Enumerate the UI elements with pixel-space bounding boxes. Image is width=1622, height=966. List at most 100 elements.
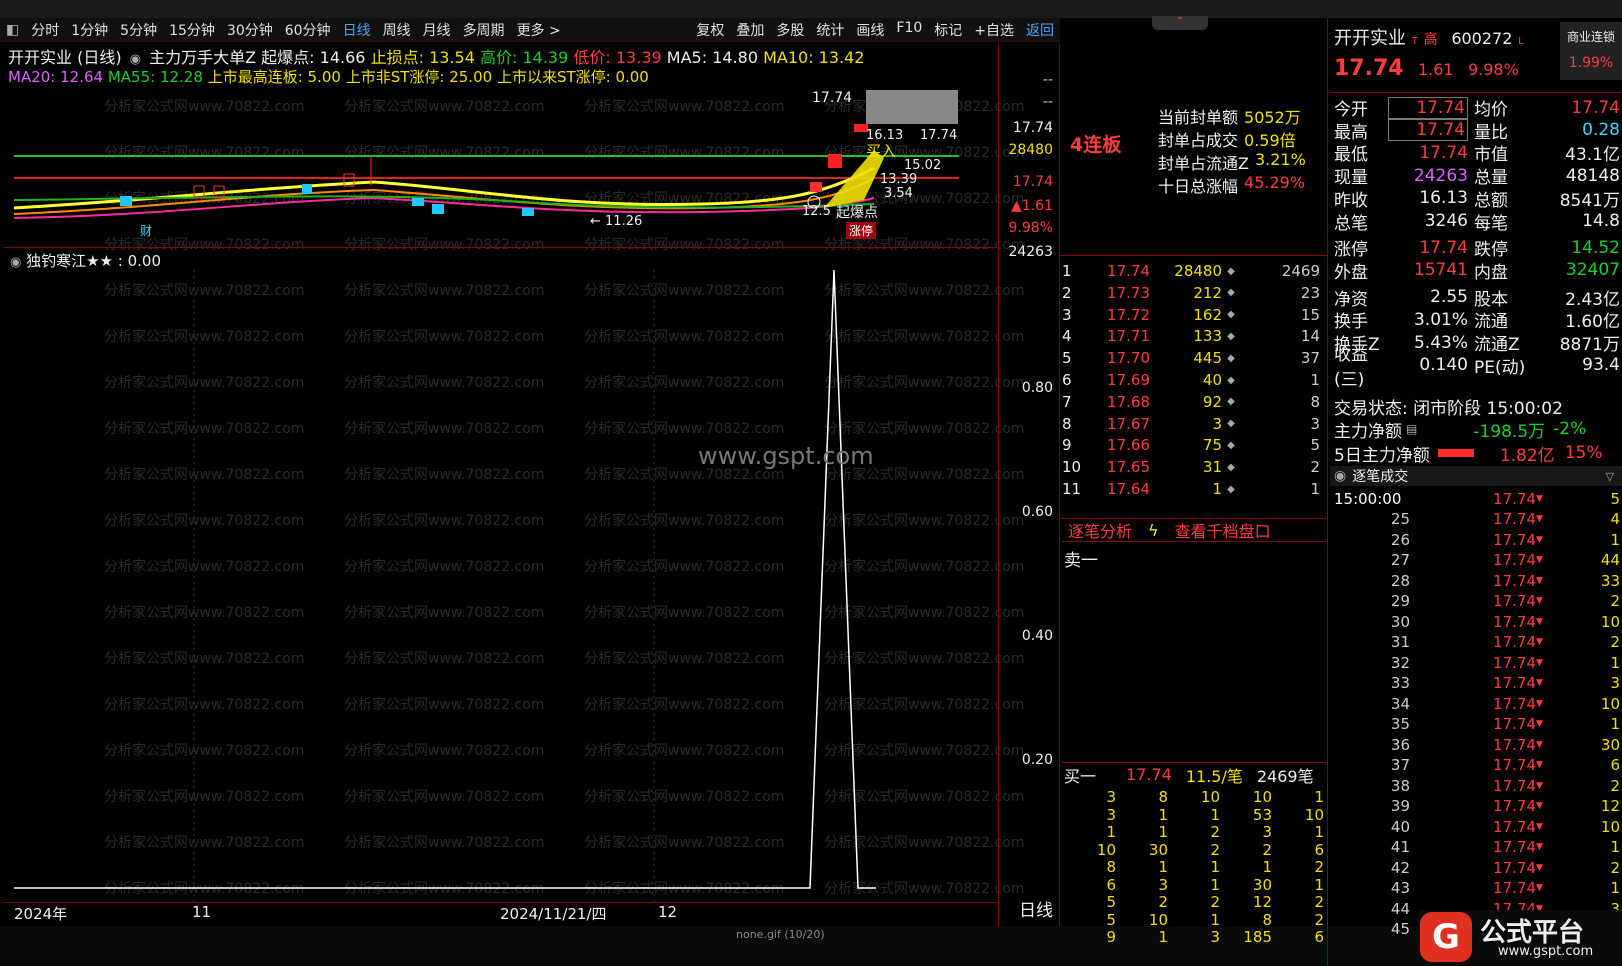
buy1-grid-row: 3 8 10 10 1 [1064, 788, 1328, 807]
indicator-collapse-icon[interactable]: ◉ [130, 52, 141, 67]
orderbook-volume: 1 [1212, 480, 1222, 498]
orderbook-row[interactable]: 9 17.66 75 ◆ 5 [1062, 434, 1326, 456]
buy1-grid-cell: 3 [1106, 788, 1116, 806]
quote-key: 涨停 [1334, 240, 1368, 261]
main-net-detail-icon[interactable]: ▤ [1406, 422, 1417, 436]
tick-qty: 4 [1610, 510, 1620, 528]
ticks-filter-icon[interactable]: ▽ [1606, 470, 1614, 483]
axis-period-label[interactable]: 日线 [1019, 896, 1053, 921]
quote-value-2: 8541万 [1559, 190, 1620, 211]
quote-value-2: 43.1亿 [1565, 145, 1620, 166]
orderbook-row[interactable]: 8 17.67 3 ◆ 3 [1062, 413, 1326, 435]
orderbook-row[interactable]: 3 17.72 162 ◆ 15 [1062, 304, 1326, 326]
orderbook-row[interactable]: 10 17.65 31 ◆ 2 [1062, 456, 1326, 478]
quote-value: 3246 [1424, 211, 1468, 231]
toolbar-action[interactable]: +自选 [968, 20, 1020, 40]
thousand-level-link[interactable]: 查看千档盘口 [1175, 518, 1271, 542]
toolbar-action[interactable]: 返回 [1020, 20, 1060, 40]
quote-key-2: 流通Z [1474, 335, 1520, 355]
stock-price: 17.74 [1334, 56, 1404, 81]
period-tab[interactable]: 周线 [377, 20, 417, 40]
period-tab[interactable]: 15分钟 [163, 20, 221, 40]
seal-value: 3.21% [1254, 150, 1306, 169]
tick-price: 17.74 [1493, 756, 1536, 774]
orderbook-row[interactable]: 4 17.71 133 ◆ 14 [1062, 325, 1326, 347]
label-qibao: 起爆点 [836, 205, 878, 221]
buy1-grid-row: 1 1 2 3 1 [1064, 823, 1328, 842]
tick-time: 38 [1390, 776, 1410, 795]
orderbook-row[interactable]: 5 17.70 445 ◆ 37 [1062, 347, 1326, 369]
period-tab[interactable]: 5分钟 [114, 20, 163, 40]
indicator-chart[interactable]: www.gspt.com [4, 269, 996, 902]
toolbar-action[interactable]: 多股 [770, 20, 810, 40]
tick-qty: 1 [1610, 838, 1620, 856]
high-value: 14.39 [522, 48, 569, 67]
period-tab[interactable]: 60分钟 [279, 20, 337, 40]
orderbook-row[interactable]: 6 17.69 40 ◆ 1 [1062, 369, 1326, 391]
orderbook-row[interactable]: 11 17.64 1 ◆ 1 [1062, 478, 1326, 500]
period-tab[interactable]: 月线 [417, 20, 457, 40]
toolbar-action[interactable]: 叠加 [730, 20, 770, 40]
tick-time: 41 [1390, 838, 1410, 856]
tick-row: 25 17.74 ▼ 4 [1334, 509, 1620, 530]
tick-arrow-icon: ▼ [1536, 575, 1543, 586]
orderbook-price: 17.71 [1107, 327, 1150, 346]
quote-row: 昨收 16.13 总额 8541万 [1334, 187, 1622, 211]
quote-key: 今开 [1334, 100, 1368, 120]
quote-value-2: 0.28 [1582, 120, 1620, 141]
period-tab[interactable]: 30分钟 [221, 20, 279, 40]
buy1-grid-cell: 3 [1210, 928, 1220, 946]
period-tab[interactable]: 多周期 [457, 20, 511, 40]
period-tab[interactable]: 日线 [337, 20, 377, 40]
tick-arrow-icon: ▼ [1536, 678, 1543, 688]
tick-price: 17.74 [1493, 797, 1536, 815]
tick-price: 17.74 [1493, 715, 1536, 733]
kline-chart[interactable]: 17.74 16.13 17.74 15.02 13.39 3.54 ← 11.… [4, 90, 996, 248]
period-tab[interactable]: 1分钟 [65, 20, 114, 40]
axis-tick-040: 0.40 [1021, 628, 1053, 644]
orderbook-count: 23 [1300, 283, 1320, 302]
buy1-grid-cell: 2 [1158, 893, 1168, 911]
orderbook-level: 5 [1062, 349, 1072, 368]
tick-qty: 1 [1610, 530, 1620, 549]
period-tab[interactable]: 分时 [25, 20, 65, 40]
indicator-collapse-icon-2[interactable]: ◉ [10, 255, 21, 270]
buy1-grid-cell: 1 [1314, 875, 1324, 894]
indicator-info-line-1: 开开实业 (日线) ◉ 主力万手大单Z 起爆点: 14.66 止损点: 13.5… [8, 44, 864, 68]
axis-placeholder-2: -- [1042, 94, 1053, 110]
orderbook-row[interactable]: 1 17.74 28480 ◆ 2469 [1062, 260, 1326, 282]
tick-time: 43 [1390, 879, 1410, 897]
buy1-label: 买一 [1064, 766, 1097, 786]
buy1-grid-cell: 2 [1210, 840, 1220, 859]
tick-qty: 2 [1610, 858, 1620, 877]
tick-analysis-link[interactable]: 逐笔分析 [1068, 518, 1132, 542]
tick-arrow-icon: ▼ [1536, 760, 1543, 770]
ticks-header-label: 逐笔成交 [1352, 469, 1409, 485]
quote-value: 17.74 [1388, 96, 1468, 119]
buy1-grid-row: 5 2 2 12 2 [1064, 893, 1328, 912]
main-net5-label: 5日主力净额 [1334, 445, 1430, 466]
orderbook-price: 17.73 [1107, 283, 1150, 302]
orderbook-level: 7 [1062, 392, 1072, 411]
orderbook-count: 1 [1310, 371, 1320, 389]
industry-box[interactable]: 商业连锁 1.99% [1560, 22, 1622, 80]
layout-toggle-icon[interactable]: ◧ [0, 22, 25, 38]
buy1-grid-cell: 2 [1262, 840, 1272, 859]
tick-row: 36 17.74 ▼ 30 [1334, 734, 1620, 755]
orderbook-row[interactable]: 2 17.73 212 ◆ 23 [1062, 282, 1326, 304]
collapse-handle-icon[interactable]: ⌃ [1152, 16, 1208, 30]
toolbar-action[interactable]: 画线 [850, 20, 890, 40]
period-tab[interactable]: 更多 > [511, 20, 567, 40]
main-net5-row: 5日主力净额 1.82亿 15% [1334, 442, 1622, 466]
time-axis: 2024年 11 2024/11/21/四 12 [4, 902, 998, 924]
orderbook-row[interactable]: 7 17.68 92 ◆ 8 [1062, 391, 1326, 413]
toolbar-action[interactable]: 复权 [690, 20, 730, 40]
toolbar-action[interactable]: 统计 [810, 20, 850, 40]
ticks-collapse-icon[interactable]: ◉ [1334, 468, 1346, 484]
toolbar-action[interactable]: 标记 [928, 20, 968, 40]
limit-up-badge: 涨停 [846, 222, 877, 239]
tick-row: 38 17.74 ▼ 2 [1334, 775, 1620, 796]
ma20-value: MA20: 12.64 [8, 68, 104, 86]
buy1-grid-row: 10 30 2 2 6 [1064, 841, 1328, 860]
toolbar-action[interactable]: F10 [890, 20, 928, 40]
